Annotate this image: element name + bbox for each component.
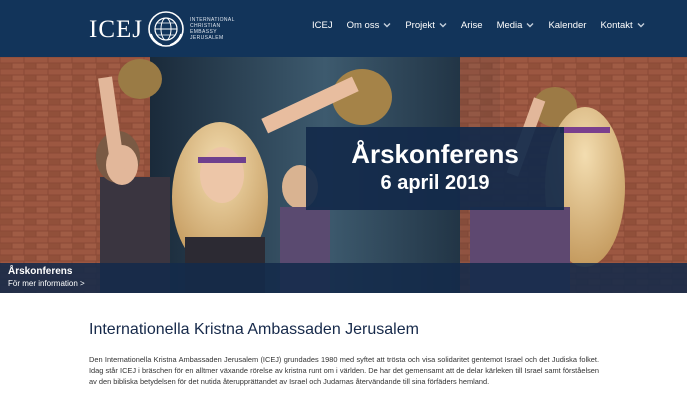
logo-wordmark: ICEJ (89, 15, 143, 43)
more-info-link[interactable]: För mer information > (8, 278, 687, 289)
hero-date: 6 april 2019 (380, 172, 490, 194)
caption-title: Årskonferens (8, 266, 73, 277)
page-title: Internationella Kristna Ambassaden Jerus… (89, 321, 419, 338)
hero-caption: Årskonferens För mer information > (0, 263, 687, 293)
hero-banner[interactable]: Årskonferens 6 april 2019 Årskonferens F… (0, 57, 687, 293)
nav-item-kontakt[interactable]: Kontakt (600, 20, 645, 31)
nav-item-om-oss[interactable]: Om oss (347, 20, 392, 31)
nav-item-media[interactable]: Media (497, 20, 535, 31)
nav-item-icej[interactable]: ICEJ (312, 20, 333, 31)
logo-subtitle: INTERNATIONAL CHRISTIAN EMBASSY JERUSALE… (190, 17, 235, 41)
hero-headline-box: Årskonferens 6 april 2019 (306, 127, 564, 210)
main-content: Internationella Kristna Ambassaden Jerus… (89, 320, 599, 387)
chevron-down-icon (526, 23, 534, 28)
hero-title: Årskonferens (351, 139, 519, 169)
nav-item-arise[interactable]: Arise (461, 20, 483, 31)
nav-item-projekt[interactable]: Projekt (405, 20, 447, 31)
chevron-down-icon (637, 23, 645, 28)
site-header: ICEJ INTERNATIONAL CHRISTIAN EMBASSY JER… (0, 0, 687, 57)
globe-emblem-icon (148, 11, 184, 47)
site-logo[interactable]: ICEJ INTERNATIONAL CHRISTIAN EMBASSY JER… (89, 9, 238, 49)
chevron-down-icon (439, 23, 447, 28)
intro-paragraph: Den Internationella Kristna Ambassaden J… (89, 355, 599, 386)
nav-item-kalender[interactable]: Kalender (548, 20, 586, 31)
main-nav: ICEJ Om oss Projekt Arise Media Kalender… (312, 0, 659, 50)
chevron-down-icon (383, 23, 391, 28)
